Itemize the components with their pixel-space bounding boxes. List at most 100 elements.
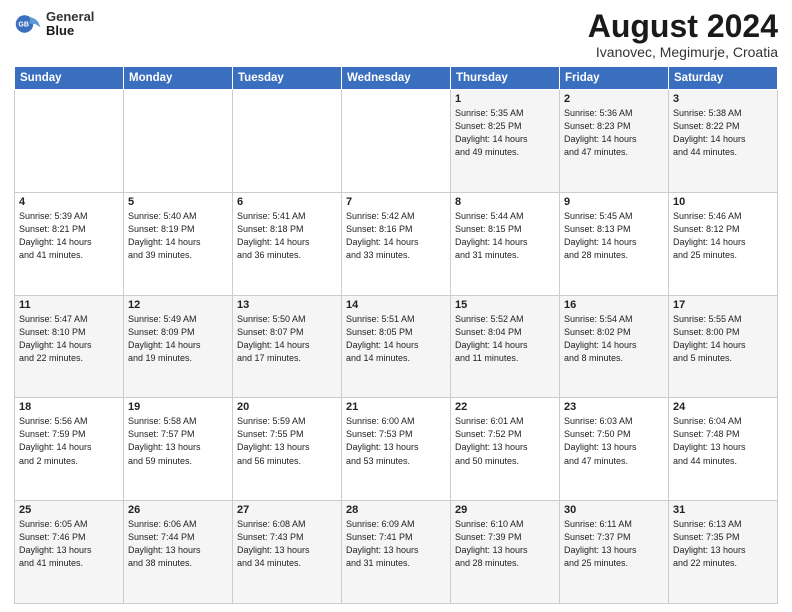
day-number: 12 <box>128 299 228 311</box>
day-info: Sunrise: 6:04 AM Sunset: 7:48 PM Dayligh… <box>673 415 773 467</box>
title-block: August 2024 Ivanovec, Megimurje, Croatia <box>588 10 778 60</box>
day-cell: 2 Sunrise: 5:36 AM Sunset: 8:23 PM Daylig… <box>560 90 669 193</box>
day-number: 21 <box>346 401 446 413</box>
weekday-header-monday: Monday <box>124 67 233 90</box>
day-cell: 7Sunrise: 5:42 AM Sunset: 8:16 PM Daylig… <box>342 192 451 295</box>
day-number: 6 <box>237 196 337 208</box>
day-info: Sunrise: 5:47 AM Sunset: 8:10 PM Dayligh… <box>19 313 119 365</box>
week-row-3: 11 Sunrise: 5:47 AM Sunset: 8:10 PM Dayli… <box>15 295 778 398</box>
day-cell: 25Sunrise: 6:05 AM Sunset: 7:46 PM Dayli… <box>15 501 124 604</box>
day-cell: 14 Sunrise: 5:51 AM Sunset: 8:05 PM Dayli… <box>342 295 451 398</box>
day-number: 3 <box>673 93 773 105</box>
day-cell: 9Sunrise: 5:45 AM Sunset: 8:13 PM Daylig… <box>560 192 669 295</box>
day-cell <box>233 90 342 193</box>
day-number: 10 <box>673 196 773 208</box>
calendar-title: August 2024 <box>588 10 778 42</box>
day-cell: 18 Sunrise: 5:56 AM Sunset: 7:59 PM Dayli… <box>15 398 124 501</box>
day-info: Sunrise: 5:35 AM Sunset: 8:25 PM Dayligh… <box>455 107 555 159</box>
day-cell: 24 Sunrise: 6:04 AM Sunset: 7:48 PM Dayli… <box>669 398 778 501</box>
day-info: Sunrise: 5:39 AM Sunset: 8:21 PM Dayligh… <box>19 210 119 262</box>
day-cell: 8 Sunrise: 5:44 AM Sunset: 8:15 PM Daylig… <box>451 192 560 295</box>
day-cell: 26 Sunrise: 6:06 AM Sunset: 7:44 PM Dayli… <box>124 501 233 604</box>
day-info: Sunrise: 6:06 AM Sunset: 7:44 PM Dayligh… <box>128 518 228 570</box>
svg-text:GB: GB <box>18 22 29 29</box>
day-cell: 6Sunrise: 5:41 AM Sunset: 8:18 PM Daylig… <box>233 192 342 295</box>
day-number: 11 <box>19 299 119 311</box>
weekday-header-friday: Friday <box>560 67 669 90</box>
day-cell: 31 Sunrise: 6:13 AM Sunset: 7:35 PM Dayli… <box>669 501 778 604</box>
day-number: 30 <box>564 504 664 516</box>
day-info: Sunrise: 6:03 AM Sunset: 7:50 PM Dayligh… <box>564 415 664 467</box>
day-info: Sunrise: 5:44 AM Sunset: 8:15 PM Dayligh… <box>455 210 555 262</box>
day-info: Sunrise: 5:46 AM Sunset: 8:12 PM Dayligh… <box>673 210 773 262</box>
day-number: 8 <box>455 196 555 208</box>
weekday-header-thursday: Thursday <box>451 67 560 90</box>
day-number: 17 <box>673 299 773 311</box>
logo-text: General Blue <box>46 10 94 39</box>
page: GB General Blue August 2024 Ivanovec, Me… <box>0 0 792 612</box>
day-info: Sunrise: 5:49 AM Sunset: 8:09 PM Dayligh… <box>128 313 228 365</box>
day-cell: 12 Sunrise: 5:49 AM Sunset: 8:09 PM Dayli… <box>124 295 233 398</box>
day-number: 14 <box>346 299 446 311</box>
day-number: 13 <box>237 299 337 311</box>
day-info: Sunrise: 6:05 AM Sunset: 7:46 PM Dayligh… <box>19 518 119 570</box>
day-number: 23 <box>564 401 664 413</box>
day-info: Sunrise: 5:50 AM Sunset: 8:07 PM Dayligh… <box>237 313 337 365</box>
day-number: 1 <box>455 93 555 105</box>
day-cell: 10 Sunrise: 5:46 AM Sunset: 8:12 PM Dayli… <box>669 192 778 295</box>
calendar-subtitle: Ivanovec, Megimurje, Croatia <box>588 44 778 60</box>
logo-line2: Blue <box>46 24 94 38</box>
day-info: Sunrise: 6:09 AM Sunset: 7:41 PM Dayligh… <box>346 518 446 570</box>
day-number: 26 <box>128 504 228 516</box>
day-info: Sunrise: 5:38 AM Sunset: 8:22 PM Dayligh… <box>673 107 773 159</box>
day-cell: 19Sunrise: 5:58 AM Sunset: 7:57 PM Dayli… <box>124 398 233 501</box>
day-number: 31 <box>673 504 773 516</box>
header: GB General Blue August 2024 Ivanovec, Me… <box>14 10 778 60</box>
weekday-header-tuesday: Tuesday <box>233 67 342 90</box>
day-cell: 27Sunrise: 6:08 AM Sunset: 7:43 PM Dayli… <box>233 501 342 604</box>
day-info: Sunrise: 5:40 AM Sunset: 8:19 PM Dayligh… <box>128 210 228 262</box>
day-number: 27 <box>237 504 337 516</box>
day-cell: 16Sunrise: 5:54 AM Sunset: 8:02 PM Dayli… <box>560 295 669 398</box>
day-info: Sunrise: 5:51 AM Sunset: 8:05 PM Dayligh… <box>346 313 446 365</box>
day-number: 24 <box>673 401 773 413</box>
day-info: Sunrise: 5:58 AM Sunset: 7:57 PM Dayligh… <box>128 415 228 467</box>
weekday-header-row: SundayMondayTuesdayWednesdayThursdayFrid… <box>15 67 778 90</box>
day-info: Sunrise: 5:45 AM Sunset: 8:13 PM Dayligh… <box>564 210 664 262</box>
calendar-table: SundayMondayTuesdayWednesdayThursdayFrid… <box>14 66 778 604</box>
day-info: Sunrise: 5:54 AM Sunset: 8:02 PM Dayligh… <box>564 313 664 365</box>
day-cell <box>342 90 451 193</box>
day-cell: 20 Sunrise: 5:59 AM Sunset: 7:55 PM Dayli… <box>233 398 342 501</box>
day-number: 5 <box>128 196 228 208</box>
day-number: 28 <box>346 504 446 516</box>
day-info: Sunrise: 6:13 AM Sunset: 7:35 PM Dayligh… <box>673 518 773 570</box>
day-info: Sunrise: 5:59 AM Sunset: 7:55 PM Dayligh… <box>237 415 337 467</box>
day-info: Sunrise: 6:10 AM Sunset: 7:39 PM Dayligh… <box>455 518 555 570</box>
weekday-header-saturday: Saturday <box>669 67 778 90</box>
day-cell: 17 Sunrise: 5:55 AM Sunset: 8:00 PM Dayli… <box>669 295 778 398</box>
week-row-4: 18 Sunrise: 5:56 AM Sunset: 7:59 PM Dayli… <box>15 398 778 501</box>
day-cell: 28 Sunrise: 6:09 AM Sunset: 7:41 PM Dayli… <box>342 501 451 604</box>
day-cell: 5 Sunrise: 5:40 AM Sunset: 8:19 PM Daylig… <box>124 192 233 295</box>
week-row-5: 25Sunrise: 6:05 AM Sunset: 7:46 PM Dayli… <box>15 501 778 604</box>
day-cell: 1 Sunrise: 5:35 AM Sunset: 8:25 PM Daylig… <box>451 90 560 193</box>
day-info: Sunrise: 5:56 AM Sunset: 7:59 PM Dayligh… <box>19 415 119 467</box>
week-row-1: 1 Sunrise: 5:35 AM Sunset: 8:25 PM Daylig… <box>15 90 778 193</box>
logo: GB General Blue <box>14 10 94 39</box>
day-info: Sunrise: 5:55 AM Sunset: 8:00 PM Dayligh… <box>673 313 773 365</box>
day-cell: 30Sunrise: 6:11 AM Sunset: 7:37 PM Dayli… <box>560 501 669 604</box>
day-number: 22 <box>455 401 555 413</box>
day-number: 20 <box>237 401 337 413</box>
day-info: Sunrise: 6:00 AM Sunset: 7:53 PM Dayligh… <box>346 415 446 467</box>
day-cell: 23 Sunrise: 6:03 AM Sunset: 7:50 PM Dayli… <box>560 398 669 501</box>
day-number: 18 <box>19 401 119 413</box>
week-row-2: 4Sunrise: 5:39 AM Sunset: 8:21 PM Daylig… <box>15 192 778 295</box>
day-cell: 4Sunrise: 5:39 AM Sunset: 8:21 PM Daylig… <box>15 192 124 295</box>
day-cell: 29Sunrise: 6:10 AM Sunset: 7:39 PM Dayli… <box>451 501 560 604</box>
day-number: 2 <box>564 93 664 105</box>
day-info: Sunrise: 5:42 AM Sunset: 8:16 PM Dayligh… <box>346 210 446 262</box>
day-info: Sunrise: 5:36 AM Sunset: 8:23 PM Dayligh… <box>564 107 664 159</box>
weekday-header-wednesday: Wednesday <box>342 67 451 90</box>
day-cell: 22Sunrise: 6:01 AM Sunset: 7:52 PM Dayli… <box>451 398 560 501</box>
day-number: 15 <box>455 299 555 311</box>
